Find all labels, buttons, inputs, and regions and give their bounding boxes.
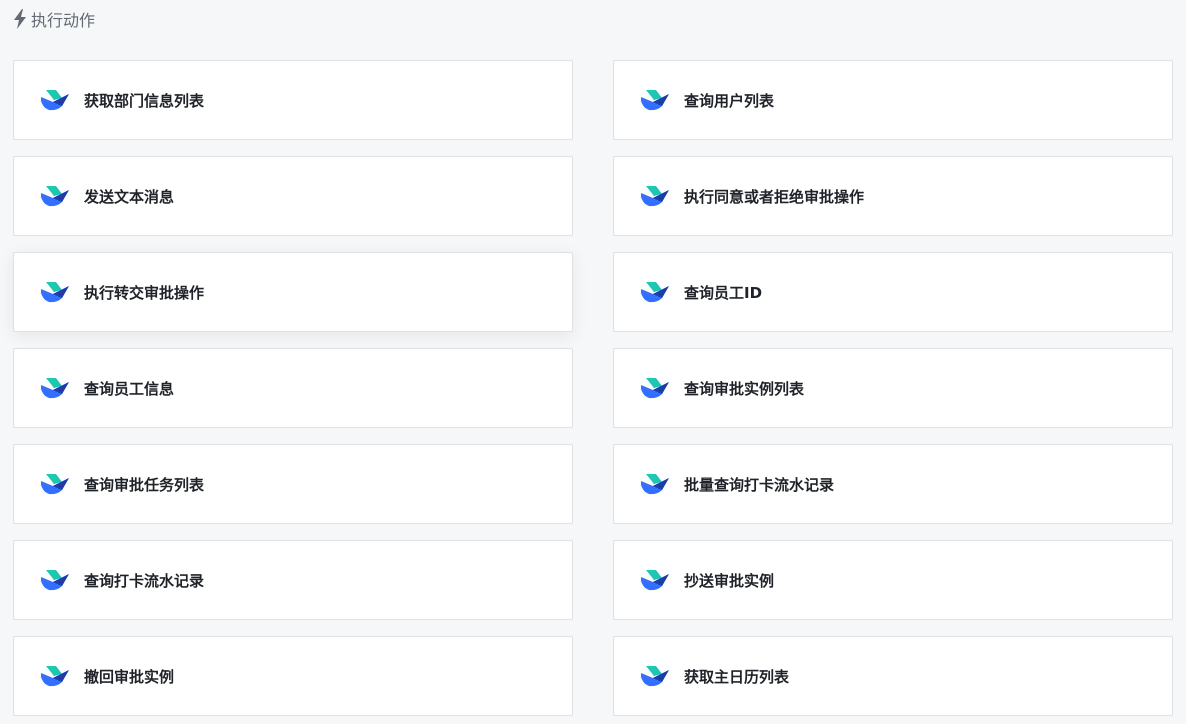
action-card-send-text-message[interactable]: 发送文本消息 <box>13 156 573 236</box>
action-card-get-primary-calendars[interactable]: 获取主日历列表 <box>613 636 1173 716</box>
feishu-logo-icon <box>40 664 70 688</box>
action-card-get-department-list[interactable]: 获取部门信息列表 <box>13 60 573 140</box>
action-label: 执行转交审批操作 <box>84 283 205 302</box>
action-card-approve-or-reject[interactable]: 执行同意或者拒绝审批操作 <box>613 156 1173 236</box>
action-card-query-punch-records[interactable]: 查询打卡流水记录 <box>13 540 573 620</box>
action-card-cc-approval-instance[interactable]: 抄送审批实例 <box>613 540 1173 620</box>
action-label: 查询员工信息 <box>84 379 175 398</box>
action-card-query-user-list[interactable]: 查询用户列表 <box>613 60 1173 140</box>
action-label: 抄送审批实例 <box>684 571 775 590</box>
feishu-logo-icon <box>640 376 670 400</box>
action-label: 获取主日历列表 <box>684 667 790 686</box>
action-card-transfer-approval[interactable]: 执行转交审批操作 <box>13 252 573 332</box>
action-card-query-employee-info[interactable]: 查询员工信息 <box>13 348 573 428</box>
action-grid: 获取部门信息列表 查询用户列表 发送文本消息 执行同意或者拒绝审批操作 执行转交… <box>13 60 1173 716</box>
lightning-bolt-icon <box>12 9 28 29</box>
action-card-query-approval-tasks[interactable]: 查询审批任务列表 <box>13 444 573 524</box>
section-title: 执行动作 <box>31 11 96 30</box>
action-card-batch-query-punch-records[interactable]: 批量查询打卡流水记录 <box>613 444 1173 524</box>
section-header: 执行动作 <box>12 7 95 31</box>
action-card-query-employee-id[interactable]: 查询员工ID <box>613 252 1173 332</box>
feishu-logo-icon <box>40 184 70 208</box>
action-label: 批量查询打卡流水记录 <box>684 475 835 494</box>
action-label: 查询审批实例列表 <box>684 379 805 398</box>
feishu-logo-icon <box>40 280 70 304</box>
feishu-logo-icon <box>640 184 670 208</box>
action-label: 查询用户列表 <box>684 91 775 110</box>
action-label: 获取部门信息列表 <box>84 91 205 110</box>
feishu-logo-icon <box>640 88 670 112</box>
feishu-logo-icon <box>40 88 70 112</box>
action-label: 发送文本消息 <box>84 187 175 206</box>
feishu-logo-icon <box>640 568 670 592</box>
feishu-logo-icon <box>40 376 70 400</box>
action-label: 执行同意或者拒绝审批操作 <box>684 187 865 206</box>
action-label: 撤回审批实例 <box>84 667 175 686</box>
action-label: 查询审批任务列表 <box>84 475 205 494</box>
feishu-logo-icon <box>640 280 670 304</box>
action-label: 查询员工ID <box>684 283 763 302</box>
action-card-withdraw-approval-instance[interactable]: 撤回审批实例 <box>13 636 573 716</box>
action-label: 查询打卡流水记录 <box>84 571 205 590</box>
feishu-logo-icon <box>40 568 70 592</box>
feishu-logo-icon <box>640 664 670 688</box>
action-card-query-approval-instances[interactable]: 查询审批实例列表 <box>613 348 1173 428</box>
feishu-logo-icon <box>640 472 670 496</box>
feishu-logo-icon <box>40 472 70 496</box>
